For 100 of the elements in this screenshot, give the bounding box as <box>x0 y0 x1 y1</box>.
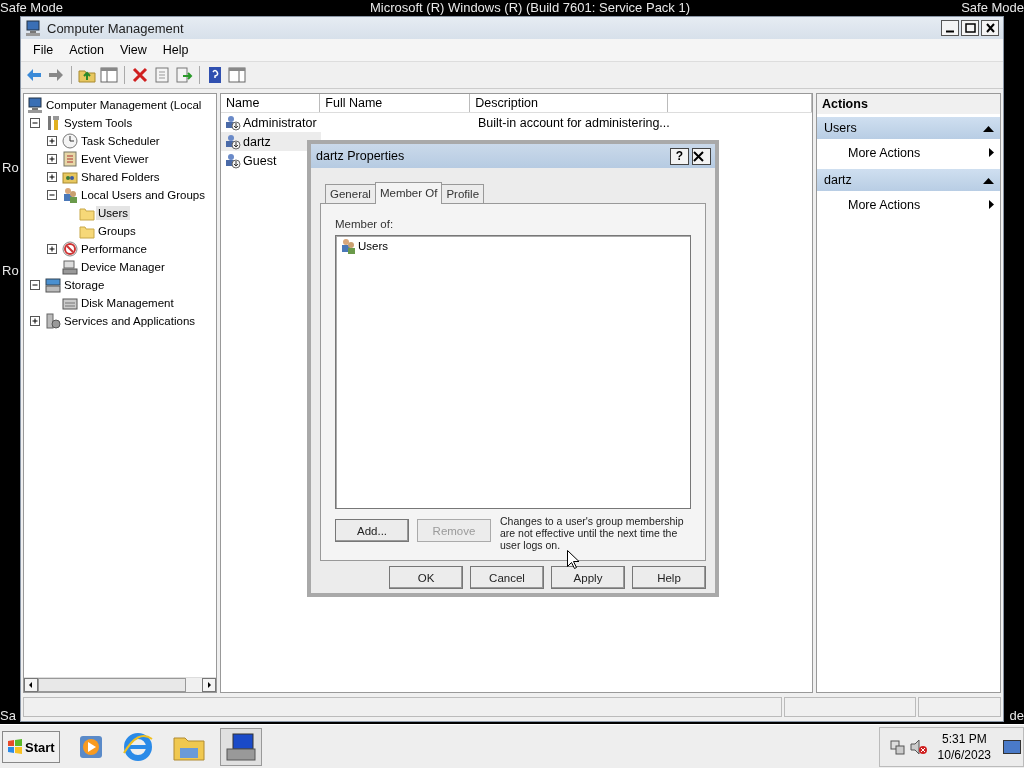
tab[interactable]: Profile <box>441 184 485 203</box>
computer-icon <box>27 97 43 113</box>
clock-date[interactable]: 10/6/2023 <box>937 747 991 763</box>
section-header[interactable]: dartz <box>817 169 1000 191</box>
add-button[interactable]: Add... <box>335 519 409 542</box>
ok-button[interactable]: OK <box>389 566 463 589</box>
tree-item[interactable]: Event Viewer <box>79 152 151 166</box>
maximize-icon <box>963 22 977 34</box>
expand-icon[interactable] <box>30 316 40 326</box>
user-icon <box>225 133 241 150</box>
folder-icon <box>79 223 95 239</box>
clock-icon <box>62 133 78 149</box>
tree-item[interactable]: Shared Folders <box>79 170 162 184</box>
tree-item[interactable]: Task Scheduler <box>79 134 162 148</box>
start-button[interactable]: Start <box>2 731 60 763</box>
menu-item[interactable]: View <box>111 41 155 59</box>
show-desktop-icon[interactable] <box>1003 740 1021 754</box>
tree-item[interactable]: Disk Management <box>79 296 176 310</box>
tree-item[interactable]: Computer Management (Local <box>44 98 204 112</box>
scroll-left-icon[interactable] <box>24 678 38 692</box>
cancel-button[interactable]: Cancel <box>470 566 544 589</box>
list-item[interactable]: Administrator <box>221 113 321 132</box>
minimize-icon <box>946 30 954 33</box>
forward-arrow-icon[interactable] <box>47 66 65 84</box>
users-icon <box>340 238 356 254</box>
menu-item[interactable]: Action <box>61 41 112 59</box>
table-cell-text: Built-in account for administering... <box>477 114 671 132</box>
tree-item[interactable]: Performance <box>79 242 149 256</box>
list-item[interactable]: dartz <box>221 132 321 151</box>
volume-muted-icon[interactable] <box>909 739 928 755</box>
tools-icon <box>45 115 61 131</box>
column-header[interactable]: Full Name <box>320 94 471 112</box>
help-button[interactable]: Help <box>632 566 706 589</box>
tree-item[interactable]: Device Manager <box>79 260 167 274</box>
dialog-title: dartz Properties <box>316 149 406 163</box>
window-title: Computer Management <box>47 20 185 36</box>
shared-folder-icon <box>62 169 78 185</box>
close-icon <box>983 22 997 34</box>
help-button[interactable]: ? <box>670 147 689 165</box>
users-icon <box>62 187 78 203</box>
clock-time[interactable]: 5:31 PM <box>941 731 987 747</box>
close-button[interactable] <box>981 20 999 36</box>
tree-item[interactable]: Groups <box>96 224 138 238</box>
desktop-text: Ro <box>2 263 19 279</box>
tree-item[interactable]: System Tools <box>62 116 135 130</box>
safe-mode-label: Safe Mode <box>961 0 1024 16</box>
close-button[interactable] <box>692 147 711 165</box>
scroll-right-icon[interactable] <box>202 678 216 692</box>
submenu-arrow-icon <box>989 148 994 157</box>
help-icon[interactable] <box>206 66 224 84</box>
pane-title: Actions <box>817 94 1000 114</box>
expand-icon[interactable] <box>47 172 57 182</box>
tab[interactable]: Member Of <box>374 182 443 204</box>
action-item[interactable]: More Actions <box>817 139 1000 166</box>
collapse-icon[interactable] <box>47 190 57 200</box>
user-icon <box>225 114 241 131</box>
expand-icon[interactable] <box>47 244 57 254</box>
collapse-icon[interactable] <box>983 124 994 132</box>
field-label: Member of: <box>335 218 395 230</box>
tree-item[interactable]: Users <box>96 206 131 220</box>
computer-icon <box>25 20 41 36</box>
expand-icon[interactable] <box>47 154 57 164</box>
collapse-icon[interactable] <box>30 280 40 290</box>
menu-item[interactable]: Help <box>154 41 197 59</box>
safe-mode-label: Sa <box>0 708 16 724</box>
collapse-icon[interactable] <box>30 118 40 128</box>
safe-mode-label: Safe Mode <box>0 0 63 16</box>
collapse-icon[interactable] <box>983 176 994 184</box>
section-header[interactable]: Users <box>817 117 1000 139</box>
scrollbar-thumb[interactable] <box>38 678 186 692</box>
close-icon <box>693 150 704 162</box>
expand-icon[interactable] <box>47 136 57 146</box>
network-icon[interactable] <box>889 739 906 755</box>
tree-item[interactable]: Services and Applications <box>62 314 198 328</box>
event-log-icon <box>62 151 78 167</box>
group-item[interactable]: Users <box>358 240 389 252</box>
minimize-button[interactable] <box>941 20 959 36</box>
services-icon <box>45 313 61 329</box>
taskbar-app-button[interactable] <box>219 728 262 766</box>
column-header[interactable]: Description <box>470 94 668 112</box>
console-tree-icon[interactable] <box>100 66 118 84</box>
apply-button[interactable]: Apply <box>551 566 625 589</box>
tree-item[interactable]: Local Users and Groups <box>79 188 207 202</box>
browser-icon[interactable] <box>121 731 154 763</box>
media-player-icon[interactable] <box>77 734 104 760</box>
computer-icon <box>224 732 257 762</box>
submenu-arrow-icon <box>989 200 994 209</box>
action-item[interactable]: More Actions <box>817 191 1000 218</box>
gauge-icon <box>62 241 78 257</box>
storage-icon <box>45 277 61 293</box>
delete-icon[interactable] <box>131 66 149 84</box>
tab[interactable]: General <box>325 184 376 203</box>
user-icon <box>225 152 241 169</box>
action-pane-icon[interactable] <box>228 66 246 84</box>
maximize-button[interactable] <box>961 20 979 36</box>
menu-item[interactable]: File <box>25 41 62 59</box>
column-header[interactable]: Name <box>221 94 321 112</box>
banner-text: Microsoft (R) Windows (R) (Build 7601: Service Pack 1) <box>370 0 691 16</box>
tree-item[interactable]: Storage <box>62 278 107 292</box>
export-icon[interactable] <box>175 66 193 84</box>
